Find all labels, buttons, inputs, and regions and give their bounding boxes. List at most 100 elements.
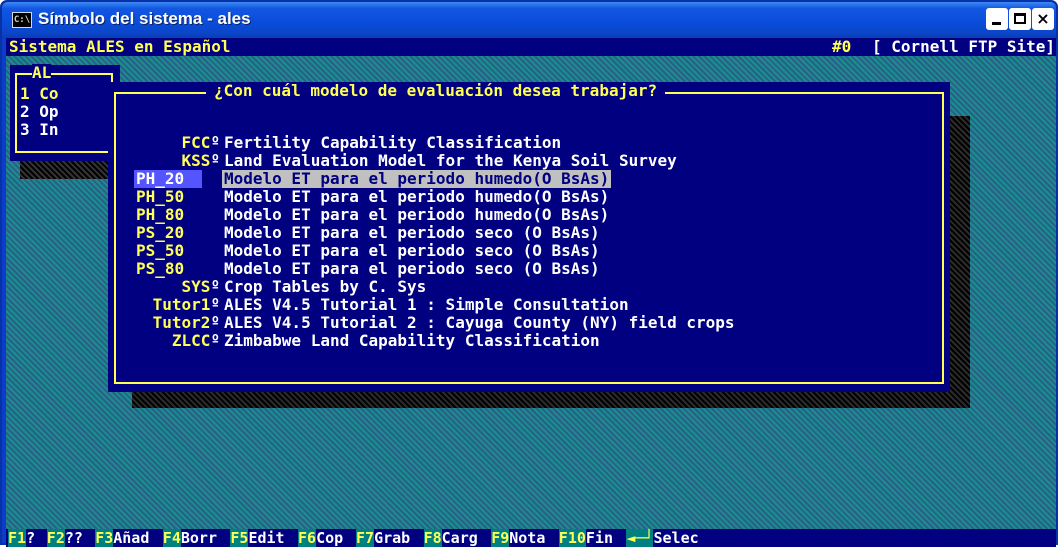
function-key-code: F7 bbox=[356, 529, 375, 547]
model-description: Modelo ET para el periodo seco (O BsAs) bbox=[224, 259, 600, 278]
function-key-code: F8 bbox=[423, 529, 442, 547]
model-key-text: FCC bbox=[181, 133, 211, 152]
function-key-enter[interactable]: ◄─┘Selec bbox=[626, 529, 699, 547]
function-key-f8[interactable]: F8Carg bbox=[423, 529, 478, 547]
model-key-text: PS_20 bbox=[136, 223, 185, 242]
model-description: Crop Tables by C. Sys bbox=[224, 277, 427, 296]
model-key: ZLCCº bbox=[108, 332, 220, 350]
model-item-ph_20[interactable]: PH_20 Modelo ET para el periodo humedo(O … bbox=[108, 170, 950, 188]
maximize-button[interactable] bbox=[1009, 8, 1031, 30]
window-title: Símbolo del sistema - ales bbox=[38, 9, 251, 28]
model-key-text: PS_80 bbox=[136, 259, 185, 278]
model-item-ps_80[interactable]: PS_80 Modelo ET para el periodo seco (O B… bbox=[108, 260, 950, 278]
model-item-ph_80[interactable]: PH_80 Modelo ET para el periodo humedo(O … bbox=[108, 206, 950, 224]
model-key: FCCº bbox=[108, 134, 220, 152]
model-description: Modelo ET para el periodo seco (O BsAs) bbox=[224, 241, 600, 260]
model-mark: º bbox=[210, 295, 220, 314]
model-key-text: PH_80 bbox=[136, 205, 185, 224]
maximize-icon bbox=[1014, 13, 1026, 24]
function-key-label: Nota bbox=[509, 529, 546, 547]
model-mark: º bbox=[210, 331, 220, 350]
function-key-label: Cop bbox=[316, 529, 344, 547]
model-item-kss[interactable]: KSSº Land Evaluation Model for the Kenya … bbox=[108, 152, 950, 170]
function-key-label: Carg bbox=[441, 529, 478, 547]
function-key-f3[interactable]: F3Añad bbox=[95, 529, 149, 547]
model-key-text: Tutor2 bbox=[152, 313, 211, 332]
model-mark: º bbox=[210, 277, 220, 296]
model-key-text: ZLCC bbox=[171, 331, 211, 350]
model-description: ALES V4.5 Tutorial 1 : Simple Consultati… bbox=[224, 295, 629, 314]
model-item-sys[interactable]: SYSº Crop Tables by C. Sys bbox=[108, 278, 950, 296]
model-item-ps_50[interactable]: PS_50 Modelo ET para el periodo seco (O B… bbox=[108, 242, 950, 260]
model-item-tutor2[interactable]: Tutor2º ALES V4.5 Tutorial 2 : Cayuga Cou… bbox=[108, 314, 950, 332]
session-number: #0 bbox=[832, 38, 852, 56]
model-key-text: KSS bbox=[181, 151, 211, 170]
function-key-f9[interactable]: F9Nota bbox=[491, 529, 545, 547]
dialog-title: ¿Con cuál modelo de evaluación desea tra… bbox=[206, 82, 666, 100]
close-icon: × bbox=[1036, 9, 1050, 28]
model-item-tutor1[interactable]: Tutor1º ALES V4.5 Tutorial 1 : Simple Con… bbox=[108, 296, 950, 314]
model-description: ALES V4.5 Tutorial 2 : Cayuga County (NY… bbox=[224, 313, 735, 332]
site-label: [ Cornell FTP Site] bbox=[872, 38, 1056, 56]
model-key: PH_20 bbox=[134, 170, 202, 188]
background-menu-item: 1 Co bbox=[20, 84, 59, 103]
minimize-icon bbox=[992, 22, 1001, 25]
background-menu-title: AL bbox=[32, 63, 52, 82]
model-key-text: SYS bbox=[181, 277, 211, 296]
function-key-label: Fin bbox=[585, 529, 613, 547]
function-key-code: F2 bbox=[46, 529, 65, 547]
function-key-code: F3 bbox=[95, 529, 114, 547]
function-key-f6[interactable]: F6Cop bbox=[298, 529, 343, 547]
background-menu-shadow bbox=[20, 161, 120, 179]
function-key-f5[interactable]: F5Edit bbox=[230, 529, 285, 547]
function-key-code: F10 bbox=[558, 529, 586, 547]
model-key: Tutor2º bbox=[108, 314, 220, 332]
function-key-f4[interactable]: F4Borr bbox=[162, 529, 217, 547]
function-key-code: F4 bbox=[162, 529, 181, 547]
function-key-f2[interactable]: F2?? bbox=[46, 529, 83, 547]
close-button[interactable]: × bbox=[1032, 8, 1054, 30]
function-key-f1[interactable]: F1? bbox=[8, 529, 35, 547]
function-key-code: F5 bbox=[230, 529, 249, 547]
function-key-label: Edit bbox=[248, 529, 285, 547]
model-key-text: PS_50 bbox=[136, 241, 185, 260]
model-item-ps_20[interactable]: PS_20 Modelo ET para el periodo seco (O B… bbox=[108, 224, 950, 242]
function-key-label: Añad bbox=[113, 529, 150, 547]
model-description: Zimbabwe Land Capability Classification bbox=[224, 331, 600, 350]
background-menu-item: 2 Op bbox=[20, 102, 59, 121]
function-key-code: ◄─┘ bbox=[626, 529, 654, 547]
model-item-ph_50[interactable]: PH_50 Modelo ET para el periodo humedo(O … bbox=[108, 188, 950, 206]
model-key: Tutor1º bbox=[108, 296, 220, 314]
function-key-label: ? bbox=[26, 529, 36, 547]
title-bar[interactable]: C:\ Símbolo del sistema - ales × bbox=[2, 2, 1056, 38]
function-key-f7[interactable]: F7Grab bbox=[356, 529, 410, 547]
model-key: SYSº bbox=[108, 278, 220, 296]
function-key-label: Grab bbox=[374, 529, 411, 547]
model-key: KSSº bbox=[108, 152, 220, 170]
model-description: Land Evaluation Model for the Kenya Soil… bbox=[224, 151, 677, 170]
background-menu-item: 3 In bbox=[20, 120, 59, 139]
model-mark: º bbox=[210, 313, 220, 332]
model-key-text: PH_20 bbox=[136, 169, 185, 188]
function-key-code: F9 bbox=[491, 529, 510, 547]
function-key-code: F1 bbox=[8, 529, 27, 547]
model-description: Modelo ET para el periodo humedo(O BsAs) bbox=[224, 205, 610, 224]
console-icon: C:\ bbox=[12, 12, 32, 28]
model-description: Modelo ET para el periodo humedo(O BsAs) bbox=[222, 169, 612, 188]
model-mark: º bbox=[210, 133, 220, 152]
model-key-text: Tutor1 bbox=[152, 295, 211, 314]
function-key-f10[interactable]: F10Fin bbox=[558, 529, 613, 547]
minimize-button[interactable] bbox=[986, 8, 1008, 30]
function-key-code: F6 bbox=[298, 529, 317, 547]
background-menu: AL 1 Co 2 Op 3 In bbox=[10, 63, 120, 161]
model-key-text: PH_50 bbox=[136, 187, 185, 206]
model-item-zlcc[interactable]: ZLCCº Zimbabwe Land Capability Classifica… bbox=[108, 332, 950, 350]
system-title: Sistema ALES en Español bbox=[9, 38, 231, 56]
function-key-label: ?? bbox=[64, 529, 83, 547]
model-description: Modelo ET para el periodo seco (O BsAs) bbox=[224, 223, 600, 242]
console-window: C:\ Símbolo del sistema - ales × Sistema… bbox=[0, 0, 1058, 547]
console-area: Sistema ALES en Español #0 [ Cornell FTP… bbox=[6, 38, 1056, 547]
model-selection-dialog: ¿Con cuál modelo de evaluación desea tra… bbox=[108, 82, 950, 392]
model-description: Modelo ET para el periodo humedo(O BsAs) bbox=[224, 187, 610, 206]
model-item-fcc[interactable]: FCCº Fertility Capability Classification bbox=[108, 134, 950, 152]
